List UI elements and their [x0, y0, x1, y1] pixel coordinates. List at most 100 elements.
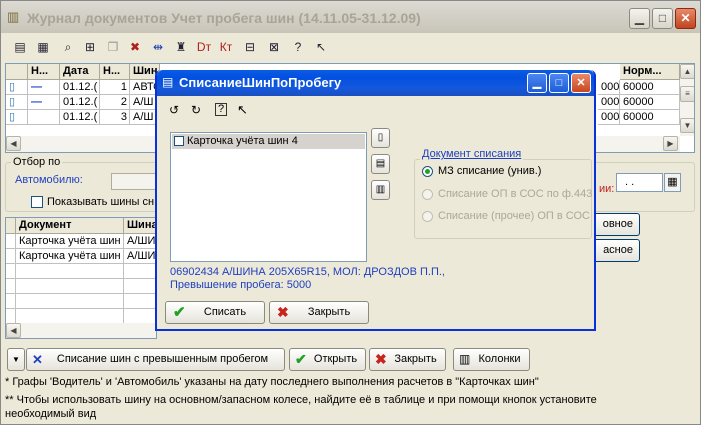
empty-row: [6, 309, 16, 324]
app-icon: ▥: [7, 9, 20, 24]
main-titlebar: ▥ Журнал документов Учет пробега шин (14…: [1, 1, 700, 33]
list-item[interactable]: Карточка учёта шин 4: [172, 134, 365, 149]
close-button[interactable]: ✕: [675, 8, 696, 29]
move-up-icon[interactable]: ↺: [169, 103, 179, 117]
select-list-button[interactable]: ▤: [371, 154, 390, 174]
binoculars-icon[interactable]: ♜: [172, 38, 190, 56]
empty-row: [16, 264, 124, 279]
row-marker: [6, 234, 16, 249]
close-x-icon: ✖: [375, 351, 387, 367]
dt-icon[interactable]: Dт: [195, 38, 213, 56]
kt-icon[interactable]: Кт: [217, 38, 235, 56]
set-basic-label: овное: [602, 218, 633, 230]
col-header-type[interactable]: Н...: [28, 64, 60, 80]
note-line-3: необходимый вид: [5, 408, 97, 420]
bottom-grid-hscroll[interactable]: ◀: [6, 323, 156, 338]
scroll-up-button[interactable]: ▲: [680, 64, 694, 79]
writeoff-over-mileage-label: Списание шин с превышенным пробегом: [56, 353, 269, 365]
tire-info-line-1: 06902434 А/ШИНА 205Х65R15, МОЛ: ДРОЗДОВ …: [170, 266, 445, 278]
dialog-writeoff-button[interactable]: ✔ Списать: [165, 301, 265, 324]
writeoff-over-mileage-button[interactable]: ✕ Списание шин с превышенным пробегом: [26, 348, 285, 371]
delete-row-icon[interactable]: ✖: [126, 38, 144, 56]
grid-corner: [6, 64, 28, 80]
select-all-icon: ▥: [375, 184, 386, 195]
dialog-close-button[interactable]: ✕: [571, 73, 591, 93]
show-tires-checkbox[interactable]: [31, 196, 43, 208]
top-grid-vscroll[interactable]: ▲ ≡ ▼: [680, 64, 694, 136]
columns-icon: ▥: [459, 352, 471, 366]
chevron-down-icon: ▼: [12, 355, 20, 364]
empty-row: [124, 294, 156, 309]
scroll-left-button[interactable]: ◀: [6, 323, 21, 338]
calendar-icon[interactable]: ▦: [664, 173, 681, 192]
structure-icon[interactable]: ⊟: [241, 38, 259, 56]
dialog-writeoff-label: Списать: [203, 306, 247, 318]
select-all-button[interactable]: ▥: [371, 180, 390, 200]
scroll-right-button[interactable]: ▶: [663, 136, 678, 151]
option-op-443-label: Списание ОП в СОС по ф.443: [438, 188, 593, 200]
cancel-x-icon: ✕: [32, 352, 43, 367]
option-op-443-radio[interactable]: [422, 189, 433, 200]
row-tire: А/ШИ: [124, 249, 156, 264]
help-icon[interactable]: ?: [289, 38, 307, 56]
date-suffix-label: ии:: [599, 183, 615, 195]
find-icon[interactable]: ⌕: [59, 38, 77, 56]
open-button[interactable]: ✔ Открыть: [289, 348, 366, 371]
dialog-title: СписаниеШинПоПробегу: [179, 75, 342, 90]
grid-corner: [6, 218, 16, 234]
col-header-norm[interactable]: Норм...: [620, 64, 680, 80]
row-document: Карточка учёта шин: [16, 249, 124, 264]
writeoff-check-icon: ✔: [173, 304, 186, 321]
context-help-icon[interactable]: ↖: [312, 38, 330, 56]
range-icon[interactable]: ⇹: [149, 38, 167, 56]
close-doc-button[interactable]: ✖ Закрыть: [369, 348, 446, 371]
empty-row: [16, 294, 124, 309]
row-date: 01.12.(: [60, 80, 100, 95]
option-mz-radio[interactable]: [422, 166, 433, 177]
col-header-num[interactable]: Н...: [100, 64, 130, 80]
row-val: 000: [598, 95, 620, 110]
check-icon: ✔: [295, 351, 307, 367]
dialog-minimize-button[interactable]: ▁: [527, 73, 547, 93]
col-header-tire[interactable]: Шина: [124, 218, 156, 234]
minimize-button[interactable]: ▁: [629, 8, 650, 29]
row-status: —: [28, 80, 60, 95]
hierarchy-icon[interactable]: ⊠: [265, 38, 283, 56]
select-one-button[interactable]: ▯: [371, 128, 390, 148]
copy-icon[interactable]: ❐: [104, 38, 122, 56]
row-num: 3: [100, 110, 130, 125]
col-header-date[interactable]: Дата: [60, 64, 100, 80]
dialog-close-action-button[interactable]: ✖ Закрыть: [269, 301, 369, 324]
list-item-checkbox[interactable]: [174, 136, 184, 146]
edit-doc-icon[interactable]: ▦: [34, 38, 52, 56]
dialog-maximize-button[interactable]: □: [549, 73, 569, 93]
date-field[interactable]: . .: [616, 173, 663, 192]
tires-grid[interactable]: Документ Шина Карточка учёта шин А/ШИ Ка…: [5, 217, 157, 339]
row-val: 000: [598, 110, 620, 125]
empty-row: [6, 294, 16, 309]
dropdown-button[interactable]: ▼: [7, 348, 25, 371]
columns-button[interactable]: ▥ Колонки: [453, 348, 530, 371]
dialog-context-help-icon[interactable]: ↖: [237, 102, 248, 118]
empty-row: [6, 264, 16, 279]
cards-listbox[interactable]: Карточка учёта шин 4: [170, 132, 367, 262]
select-list-icon: ▤: [375, 158, 386, 169]
filter-group-label: Отбор по: [11, 156, 63, 168]
option-other-radio[interactable]: [422, 211, 433, 222]
row-num: 1: [100, 80, 130, 95]
filter-auto-field[interactable]: [111, 173, 159, 190]
add-row-icon[interactable]: ⊞: [81, 38, 99, 56]
scroll-left-button[interactable]: ◀: [6, 136, 21, 151]
maximize-button[interactable]: □: [652, 8, 673, 29]
empty-row: [124, 279, 156, 294]
row-num: 2: [100, 95, 130, 110]
date-field-value: . .: [625, 176, 635, 188]
new-doc-icon[interactable]: ▤: [11, 38, 29, 56]
scroll-thumb[interactable]: ≡: [680, 86, 694, 102]
col-header-document[interactable]: Документ: [16, 218, 124, 234]
move-down-icon[interactable]: ↻: [191, 103, 201, 117]
note-line-1: * Графы 'Водитель' и 'Автомобиль' указан…: [5, 376, 539, 388]
dialog-help-icon[interactable]: ?: [215, 103, 227, 116]
dialog-app-icon: ▤: [162, 75, 174, 89]
scroll-down-button[interactable]: ▼: [680, 118, 694, 133]
